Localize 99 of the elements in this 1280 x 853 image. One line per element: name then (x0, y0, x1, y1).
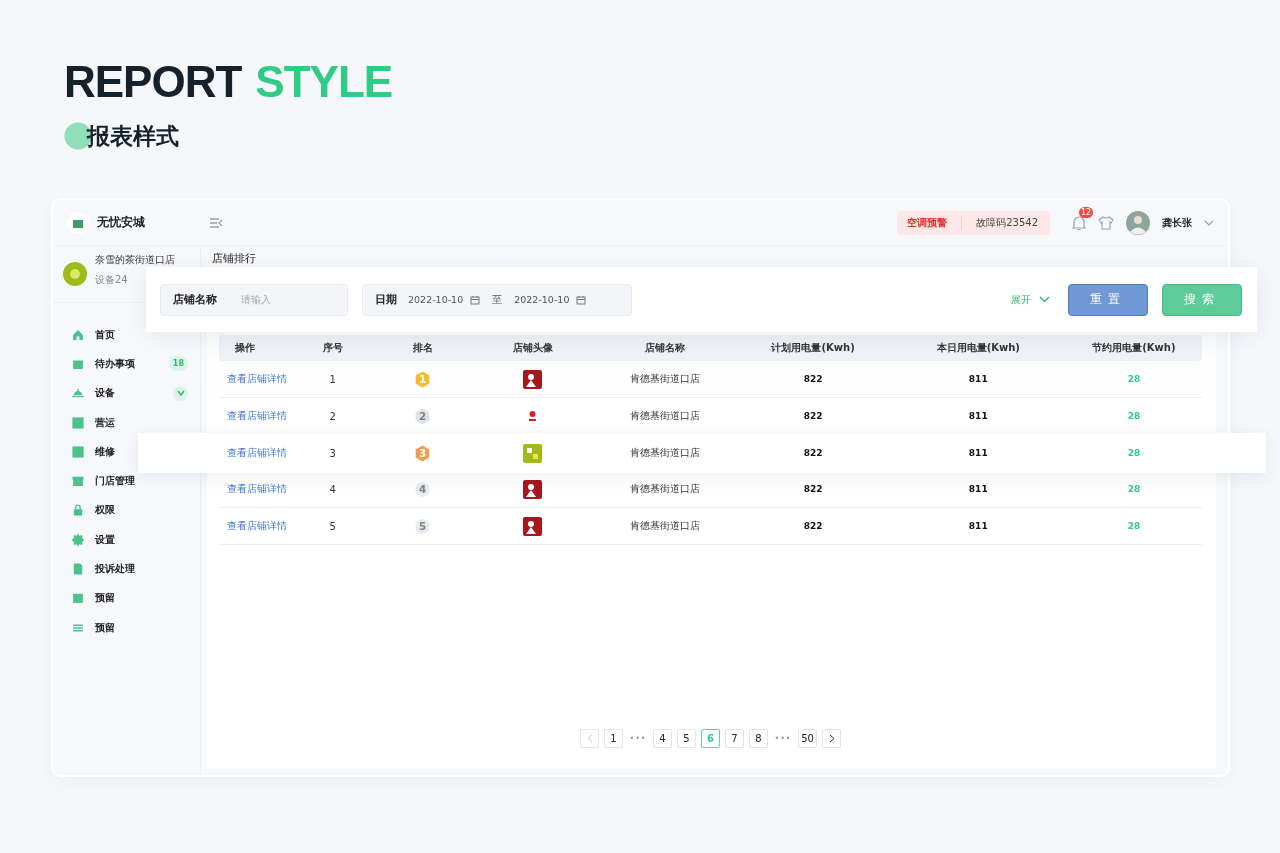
table-cell: 3 (329, 447, 336, 459)
menu-icon (71, 591, 85, 606)
table-cell: 28 (1127, 374, 1141, 384)
collapse-menu-icon[interactable] (209, 216, 223, 229)
page-button[interactable]: 5 (677, 729, 696, 748)
rank-badge: 5 (414, 517, 432, 535)
table-cell: 822 (803, 484, 823, 494)
table-cell: 822 (803, 411, 823, 421)
page-title-word: STYLE (255, 58, 393, 106)
store-name-input[interactable]: 请输入 (241, 294, 311, 305)
menu-icon (71, 415, 85, 430)
menu-icon (71, 444, 85, 459)
table-cell: 肯德基街道口店 (630, 482, 701, 496)
table-cell: 28 (1127, 484, 1141, 494)
table-row[interactable]: 查看店铺详情 5 5 肯德基街道口店 822 811 28 (219, 508, 1202, 545)
menu-item[interactable]: 预留 (71, 612, 188, 643)
menu-item[interactable]: 预留 (71, 583, 188, 613)
table-cell: 811 (968, 448, 988, 458)
page-button[interactable]: 4 (653, 729, 672, 748)
menu-icon (71, 532, 85, 547)
previous-page-button[interactable] (580, 729, 599, 748)
table-row[interactable]: 查看店铺详情 1 1 肯德基街道口店 822 811 28 (219, 361, 1202, 398)
table-cell: 811 (968, 374, 988, 384)
date-range-field[interactable]: 日期 2022-10-10 至 2022-10-10 (362, 283, 632, 316)
menu-icon (71, 503, 85, 518)
table-cell: 822 (803, 521, 823, 531)
chevron-right-icon (828, 734, 835, 743)
notification-bell-icon[interactable] (1072, 214, 1086, 231)
table-cell: 811 (968, 521, 988, 531)
count-badge: 18 (168, 356, 188, 372)
user-avatar[interactable] (1126, 210, 1150, 235)
chevron-left-icon (586, 734, 593, 743)
page-title-word: REPORT (64, 58, 242, 106)
app-name: 无忧安城 (97, 214, 145, 231)
menu-item[interactable]: 设备 (71, 378, 188, 408)
end-date: 2022-10-10 (514, 294, 570, 305)
store-name: 奈雪的茶街道口店 (95, 253, 175, 267)
store-detail-link[interactable]: 查看店铺详情 (227, 482, 287, 496)
page-button[interactable]: 7 (725, 729, 744, 748)
menu-icon (71, 562, 85, 576)
page-ellipsis: ••• (628, 734, 648, 743)
table-cell: 肯德基街道口店 (630, 519, 701, 533)
table-cell: 822 (803, 448, 823, 458)
menu-icon (71, 474, 85, 489)
table-row[interactable]: 查看店铺详情 2 2 肯德基街道口店 822 811 28 (219, 398, 1202, 435)
shirt-icon[interactable] (1098, 215, 1114, 230)
table-cell: 28 (1127, 521, 1141, 531)
section-title: 店铺排行 (212, 251, 257, 266)
table-row[interactable]: 查看店铺详情 4 4 肯德基街道口店 822 811 28 (219, 471, 1202, 508)
start-date: 2022-10-10 (408, 294, 464, 305)
chevron-down-icon (176, 390, 185, 397)
store-name-label: 店铺名称 (173, 292, 217, 307)
store-detail-link[interactable]: 查看店铺详情 (227, 519, 287, 533)
table-cell: 2 (329, 410, 336, 422)
table-cell: 822 (803, 374, 823, 384)
menu-item[interactable]: 门店管理 (71, 466, 188, 496)
table-cell: 肯德基街道口店 (630, 409, 701, 423)
store-logo-icon (63, 262, 87, 286)
user-name[interactable]: 龚长张 (1162, 215, 1192, 230)
device-count: 设备24 (95, 273, 129, 287)
calendar-icon (576, 294, 587, 305)
menu-item[interactable]: 设置 (71, 525, 188, 555)
menu-item[interactable]: 营运 (71, 407, 188, 438)
page-subtitle: 报表样式 (64, 121, 179, 151)
rank-badge: 3 (414, 444, 432, 462)
table-cell: 28 (1127, 448, 1141, 458)
table-cell: 4 (329, 483, 336, 495)
store-detail-link[interactable]: 查看店铺详情 (227, 372, 287, 386)
table-header: 操作 序号 排名 店铺头像 店铺名称 计划用电量(Kwh) 本日用电量(Kwh) 节约用电量(Kwh) (219, 335, 1202, 361)
date-label: 日期 (375, 292, 397, 307)
table-cell: 肯德基街道口店 (630, 372, 701, 386)
table-cell: 811 (968, 484, 988, 494)
table-cell: 28 (1127, 411, 1141, 421)
notification-count: 12 (1079, 206, 1094, 218)
rank-badge: 2 (414, 407, 432, 425)
rank-badge: 1 (414, 370, 432, 388)
page-ellipsis: ••• (773, 734, 793, 743)
table-cell: 肯德基街道口店 (630, 446, 701, 460)
table-cell: 5 (329, 520, 336, 532)
expand-toggle[interactable] (173, 385, 188, 401)
page-button[interactable]: 1 (604, 729, 623, 748)
menu-item[interactable]: 首页 (71, 320, 188, 350)
next-page-button[interactable] (822, 729, 841, 748)
alert-banner[interactable]: 空调预警 故障码23542 (897, 210, 1050, 235)
range-separator: 至 (492, 292, 503, 307)
calendar-icon (470, 294, 481, 305)
menu-item[interactable]: 投诉处理 (71, 554, 188, 584)
menu-item[interactable]: 待办事项 18 (71, 349, 188, 379)
chevron-down-icon[interactable] (1204, 219, 1214, 226)
store-detail-link[interactable]: 查看店铺详情 (227, 446, 287, 460)
rank-badge: 4 (414, 480, 432, 498)
table-cell: 1 (329, 373, 336, 385)
page-button[interactable]: 50 (798, 729, 817, 748)
app-logo-icon (67, 211, 89, 234)
table-cell: 811 (968, 411, 988, 421)
menu-item[interactable]: 权限 (71, 495, 188, 526)
chevron-down-icon (1039, 296, 1050, 303)
page-button[interactable]: 8 (749, 729, 768, 748)
store-detail-link[interactable]: 查看店铺详情 (227, 409, 287, 423)
